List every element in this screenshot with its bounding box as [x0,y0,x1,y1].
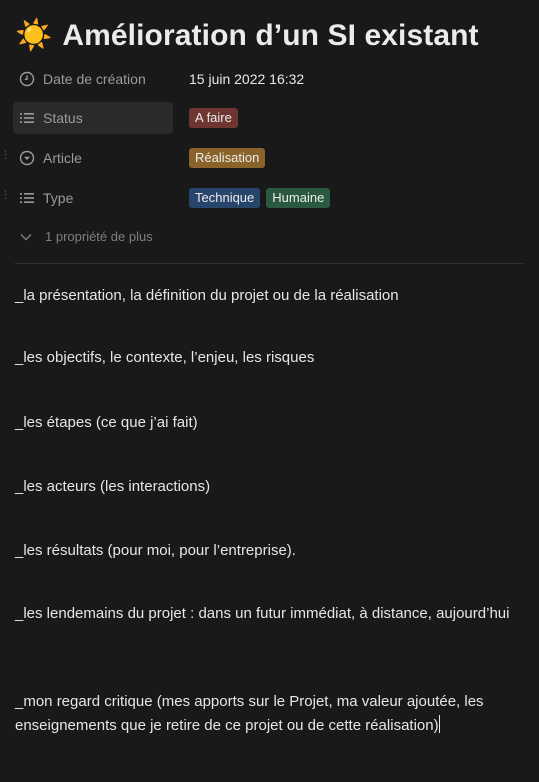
clock-icon [19,71,35,87]
text-cursor [438,715,440,733]
type-tag-technique[interactable]: Technique [189,188,261,208]
page-header: ☀️ Amélioration d’un SI existant [15,14,479,58]
drag-handle-icon[interactable]: ⋮ [0,190,11,206]
circle-chevron-icon [19,150,35,166]
property-key-label: Type [43,190,74,206]
text-block-active[interactable]: _mon regard critique (mes apports sur le… [15,690,520,738]
property-status: Status A faire [0,101,539,135]
status-tag[interactable]: A faire [189,108,238,128]
text-block-text: _mon regard critique (mes apports sur le… [15,693,484,734]
drag-handle-icon[interactable]: ⋮ [0,150,11,166]
property-article: ⋮ Article Réalisation [0,141,539,175]
article-tag[interactable]: Réalisation [189,148,266,168]
text-block[interactable]: _les acteurs (les interactions) [15,475,520,499]
property-value-article[interactable]: Réalisation [189,148,266,168]
list-icon [20,193,34,203]
property-key-date[interactable]: Date de création [13,63,173,95]
property-key-status[interactable]: Status [13,102,173,134]
property-key-label: Date de création [43,71,146,87]
property-key-article[interactable]: Article [13,142,173,174]
chevron-down-icon [20,233,32,240]
property-date-created: Date de création 15 juin 2022 16:32 [0,62,539,96]
text-block[interactable]: _les lendemains du projet : dans un futu… [15,602,520,626]
property-value-type[interactable]: Technique Humaine [189,188,331,208]
property-value-status[interactable]: A faire [189,108,238,128]
type-tag-humaine[interactable]: Humaine [266,188,331,208]
text-block[interactable]: _les objectifs, le contexte, l’enjeu, le… [15,346,520,370]
list-icon [20,113,34,123]
text-block[interactable]: _les étapes (ce que j’ai fait) [15,411,520,435]
property-type: ⋮ Type Technique Humaine [0,181,539,215]
sun-icon[interactable]: ☀️ [15,21,52,51]
text-block[interactable]: _les résultats (pour moi, pour l’entrepr… [15,539,520,563]
property-value-date[interactable]: 15 juin 2022 16:32 [189,71,304,87]
more-properties-toggle[interactable]: 1 propriété de plus [19,229,153,244]
text-block[interactable]: _la présentation, la définition du proje… [15,284,520,308]
date-value: 15 juin 2022 16:32 [189,71,305,87]
more-properties-label: 1 propriété de plus [45,229,153,244]
property-key-type[interactable]: Type [13,182,173,214]
divider [15,263,523,264]
property-key-label: Article [43,150,82,166]
property-key-label: Status [43,110,83,126]
page-title[interactable]: Amélioration d’un SI existant [62,19,478,53]
